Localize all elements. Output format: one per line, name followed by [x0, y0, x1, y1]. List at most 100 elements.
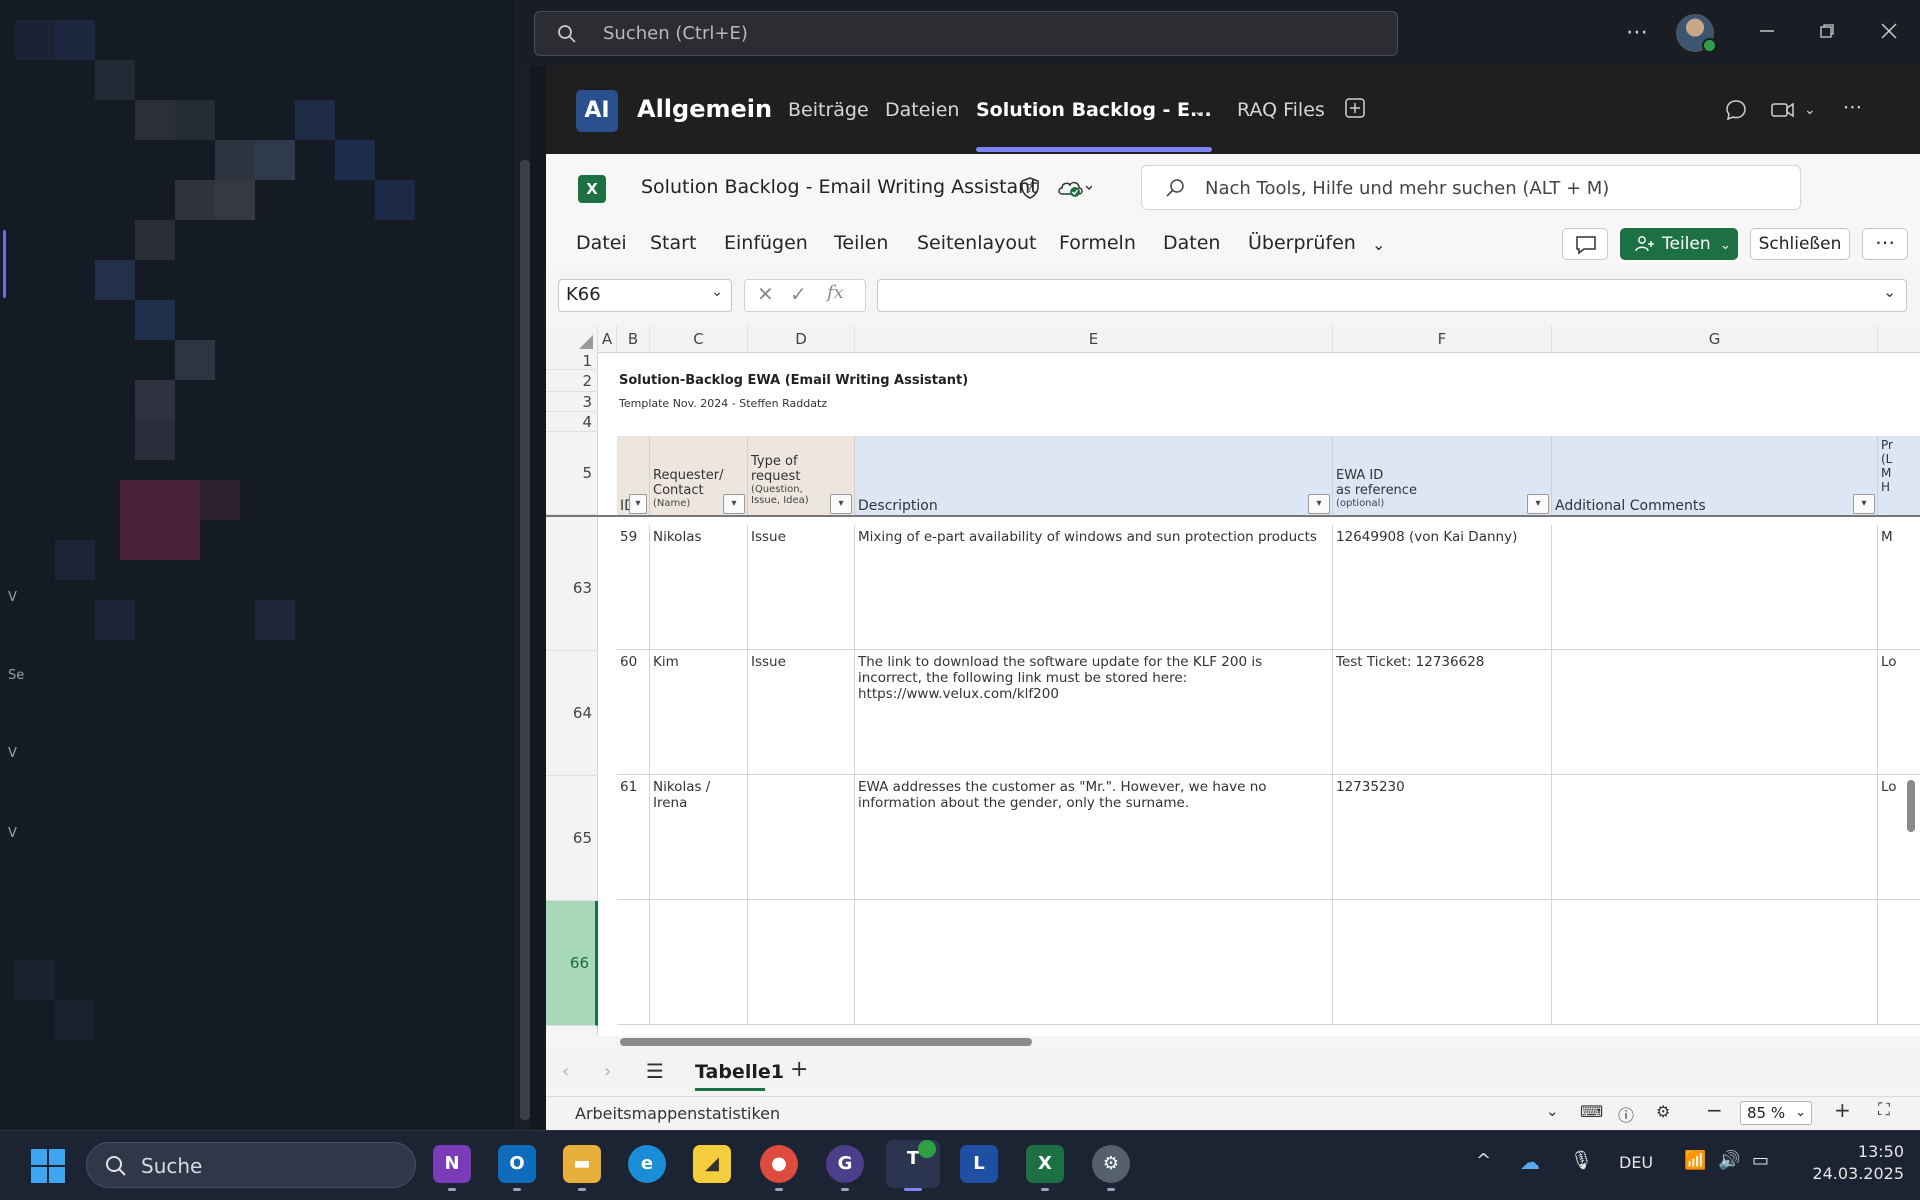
column-header-e[interactable]: E [855, 326, 1333, 353]
cell-description[interactable]: The link to download the software update… [855, 650, 1333, 774]
settings-gear-icon[interactable]: ⚙ [1092, 1145, 1130, 1183]
ribbon-tab-datei[interactable]: Datei [576, 232, 627, 254]
name-box[interactable]: K66 ⌄ [558, 279, 732, 312]
row-header[interactable]: 3 [546, 392, 598, 412]
sticky-notes-icon[interactable]: ◢ [693, 1145, 731, 1183]
excel-app-icon[interactable]: X [1026, 1145, 1064, 1183]
cancel-formula-icon[interactable]: ✕ [757, 282, 774, 306]
meet-video-icon[interactable] [1770, 98, 1796, 127]
header-comments[interactable]: Additional Comments ▾ [1552, 436, 1878, 516]
minimize-icon[interactable] [1752, 18, 1782, 48]
chevron-left-icon[interactable]: ‹ [562, 1061, 569, 1082]
column-header-g[interactable]: G [1552, 326, 1878, 353]
share-button[interactable]: Teilen ⌄ [1620, 228, 1738, 260]
cell-description[interactable] [855, 900, 1333, 1024]
confirm-formula-icon[interactable]: ✓ [790, 282, 807, 306]
header-id[interactable]: ID ▾ [617, 436, 650, 516]
ribbon-tab-teilen[interactable]: Teilen [834, 232, 888, 254]
document-title[interactable]: Solution Backlog - Email Writing Assista… [641, 176, 1038, 198]
cell-type[interactable] [748, 900, 855, 1024]
cell-requester[interactable]: Nikolas / Irena [650, 775, 748, 899]
ribbon-tab-daten[interactable]: Daten [1163, 232, 1220, 254]
help-icon[interactable]: ⓘ [1618, 1102, 1634, 1126]
cell-requester[interactable]: Kim [650, 650, 748, 774]
taskbar-search[interactable]: Suche [86, 1142, 416, 1188]
cell-id[interactable]: 60 [617, 650, 650, 774]
tab-raq-files[interactable]: RAQ Files [1237, 99, 1325, 121]
row-header[interactable]: 4 [546, 412, 598, 432]
onenote-app-icon[interactable]: N [433, 1145, 471, 1183]
select-all-corner[interactable] [546, 326, 598, 353]
ribbon-tab-seitenlayout[interactable]: Seitenlayout [917, 232, 1037, 254]
cell-id[interactable]: 59 [617, 525, 650, 649]
cell-id[interactable] [617, 900, 650, 1024]
tab-solution-backlog[interactable]: Solution Backlog - E... [976, 99, 1212, 121]
cell-id[interactable]: 61 [617, 775, 650, 899]
cell-requester[interactable]: Nikolas [650, 525, 748, 649]
cell-ewa-id[interactable]: 12735230 [1333, 775, 1552, 899]
windows-start-icon[interactable] [30, 1148, 66, 1184]
filter-dropdown-icon[interactable]: ▾ [1308, 494, 1330, 514]
add-sheet-icon[interactable]: + [790, 1057, 808, 1082]
sheet-tab-active[interactable]: Tabelle1 [695, 1061, 784, 1083]
zoom-in-icon[interactable]: + [1834, 1098, 1851, 1122]
feedback-icon[interactable]: ⚙ [1656, 1102, 1670, 1121]
cell-type[interactable] [748, 775, 855, 899]
cell-ewa-id[interactable]: 12649908 (von Kai Danny) [1333, 525, 1552, 649]
table-row[interactable]: 59 Nikolas Issue Mixing of e-part availa… [617, 525, 1920, 650]
spreadsheet-grid[interactable]: A B C D E F G 1 2 3 4 5 63 64 65 66 Solu… [546, 326, 1920, 1036]
column-header-d[interactable]: D [748, 326, 855, 353]
header-description[interactable]: Description ▾ [855, 436, 1333, 516]
wifi-icon[interactable]: 📶 [1684, 1150, 1706, 1171]
chevron-down-icon[interactable]: ⌄ [711, 284, 723, 300]
battery-icon[interactable]: ▭ [1752, 1150, 1769, 1171]
vertical-scrollbar-thumb[interactable] [1907, 780, 1915, 832]
chat-icon[interactable] [1724, 98, 1748, 127]
horizontal-scrollbar-thumb[interactable] [620, 1038, 1032, 1046]
fullscreen-icon[interactable]: ⛶ [1878, 1100, 1890, 1120]
row-header[interactable]: 2 [546, 370, 598, 392]
cell-requester[interactable] [650, 900, 748, 1024]
zoom-out-icon[interactable]: − [1706, 1098, 1723, 1122]
chevron-down-icon[interactable]: ⌄ [1193, 101, 1206, 120]
row-header[interactable]: 65 [546, 776, 598, 901]
chevron-down-icon[interactable]: ⌄ [1883, 283, 1896, 301]
table-row[interactable]: 61 Nikolas / Irena EWA addresses the cus… [617, 775, 1920, 900]
column-header-f[interactable]: F [1333, 326, 1552, 353]
column-header-b[interactable]: B [617, 326, 650, 353]
microphone-icon[interactable]: 🎙 [1570, 1150, 1593, 1171]
filter-dropdown-icon[interactable]: ▾ [830, 494, 852, 514]
sheet-subtitle[interactable]: Template Nov. 2024 - Steffen Raddatz [619, 397, 827, 410]
background-window-scrollbar[interactable] [520, 160, 530, 1120]
sheet-title[interactable]: Solution-Backlog EWA (Email Writing Assi… [619, 373, 968, 388]
cell-comments[interactable] [1552, 900, 1878, 1024]
row-header[interactable]: 1 [546, 353, 598, 370]
chrome-browser-icon[interactable]: ● [760, 1145, 798, 1183]
all-sheets-menu-icon[interactable]: ☰ [646, 1059, 664, 1083]
table-row[interactable]: 60 Kim Issue The link to download the so… [617, 650, 1920, 775]
row-header[interactable]: 64 [546, 651, 598, 776]
cell-comments[interactable] [1552, 525, 1878, 649]
more-options-icon[interactable]: ⋯ [1843, 96, 1862, 118]
add-tab-icon[interactable] [1344, 97, 1366, 124]
chevron-up-icon[interactable]: ^ [1476, 1150, 1491, 1171]
column-header-c[interactable]: C [650, 326, 748, 353]
filter-dropdown-icon[interactable]: ▾ [629, 494, 647, 514]
vertical-scrollbar[interactable] [1904, 515, 1918, 1030]
cell-ewa-id[interactable] [1333, 900, 1552, 1024]
row-header-selected[interactable]: 66 [546, 901, 598, 1026]
cell-type[interactable]: Issue [748, 525, 855, 649]
close-document-button[interactable]: Schließen [1750, 228, 1850, 260]
comments-button[interactable] [1562, 228, 1608, 260]
edge-browser-icon[interactable]: e [628, 1145, 666, 1183]
chevron-right-icon[interactable]: › [604, 1061, 611, 1082]
l-app-icon[interactable]: L [960, 1145, 998, 1183]
row-header[interactable]: 63 [546, 526, 598, 651]
insert-function-icon[interactable]: fx [827, 282, 844, 303]
excel-search-input[interactable]: Nach Tools, Hilfe und mehr suchen (ALT +… [1141, 165, 1801, 210]
header-ewa-id[interactable]: EWA ID as reference (optional) ▾ [1333, 436, 1552, 516]
filter-dropdown-icon[interactable]: ▾ [1853, 494, 1875, 514]
sensitivity-shield-icon[interactable]: ? [1018, 176, 1042, 204]
cloud-saved-icon[interactable] [1056, 177, 1093, 203]
clock[interactable]: 13:50 24.03.2025 [1804, 1141, 1904, 1185]
